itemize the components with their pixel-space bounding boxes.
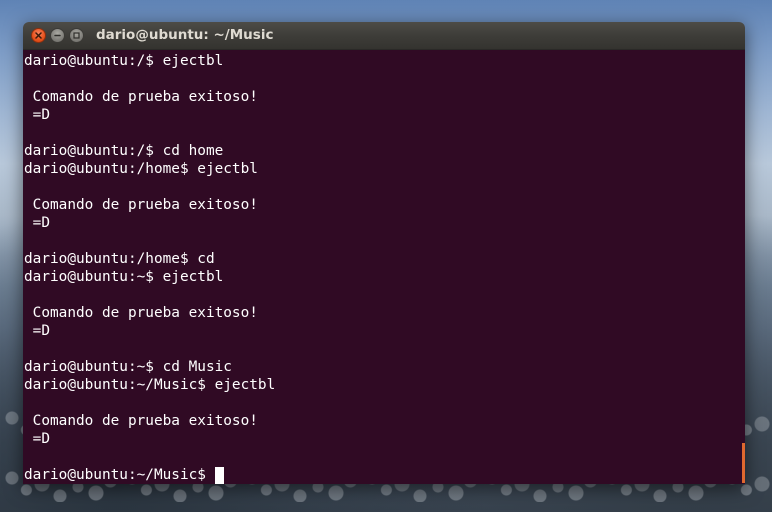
maximize-button[interactable] bbox=[69, 28, 84, 43]
window-controls bbox=[31, 28, 84, 43]
terminal-line: =D bbox=[24, 107, 50, 123]
terminal-prompt-line[interactable]: dario@ubuntu:~/Music$ bbox=[24, 466, 275, 484]
close-button[interactable] bbox=[31, 28, 46, 43]
terminal-line: Comando de prueba exitoso! bbox=[24, 413, 258, 429]
terminal-line: Comando de prueba exitoso! bbox=[24, 89, 258, 105]
minimize-button[interactable] bbox=[50, 28, 65, 43]
window-title: dario@ubuntu: ~/Music bbox=[96, 27, 274, 43]
scrollbar-indicator[interactable] bbox=[742, 443, 745, 483]
terminal-line: Comando de prueba exitoso! bbox=[24, 197, 258, 213]
terminal-prompt: dario@ubuntu:~/Music$ bbox=[24, 467, 215, 483]
terminal-window[interactable]: dario@ubuntu: ~/Music dario@ubuntu:/$ ej… bbox=[23, 22, 745, 484]
terminal-line: dario@ubuntu:~$ ejectbl bbox=[24, 269, 224, 285]
terminal-line: dario@ubuntu:/home$ cd bbox=[24, 251, 215, 267]
terminal-output: dario@ubuntu:/$ ejectbl Comando de prueb… bbox=[24, 52, 275, 484]
terminal-line: dario@ubuntu:/$ cd home bbox=[24, 143, 224, 159]
terminal-line: Comando de prueba exitoso! bbox=[24, 305, 258, 321]
terminal-line: dario@ubuntu:~/Music$ ejectbl bbox=[24, 377, 276, 393]
terminal-line: dario@ubuntu:~$ cd Music bbox=[24, 359, 232, 375]
terminal-line: =D bbox=[24, 215, 50, 231]
terminal-line: dario@ubuntu:/$ ejectbl bbox=[24, 53, 224, 69]
window-titlebar[interactable]: dario@ubuntu: ~/Music bbox=[23, 22, 745, 50]
terminal-line: dario@ubuntu:/home$ ejectbl bbox=[24, 161, 258, 177]
maximize-icon bbox=[73, 32, 80, 39]
close-icon bbox=[35, 32, 42, 39]
terminal-line: =D bbox=[24, 431, 50, 447]
terminal-cursor bbox=[214, 466, 224, 484]
minimize-icon bbox=[54, 32, 61, 39]
terminal-line: =D bbox=[24, 323, 50, 339]
terminal-area[interactable]: dario@ubuntu:/$ ejectbl Comando de prueb… bbox=[23, 50, 745, 484]
